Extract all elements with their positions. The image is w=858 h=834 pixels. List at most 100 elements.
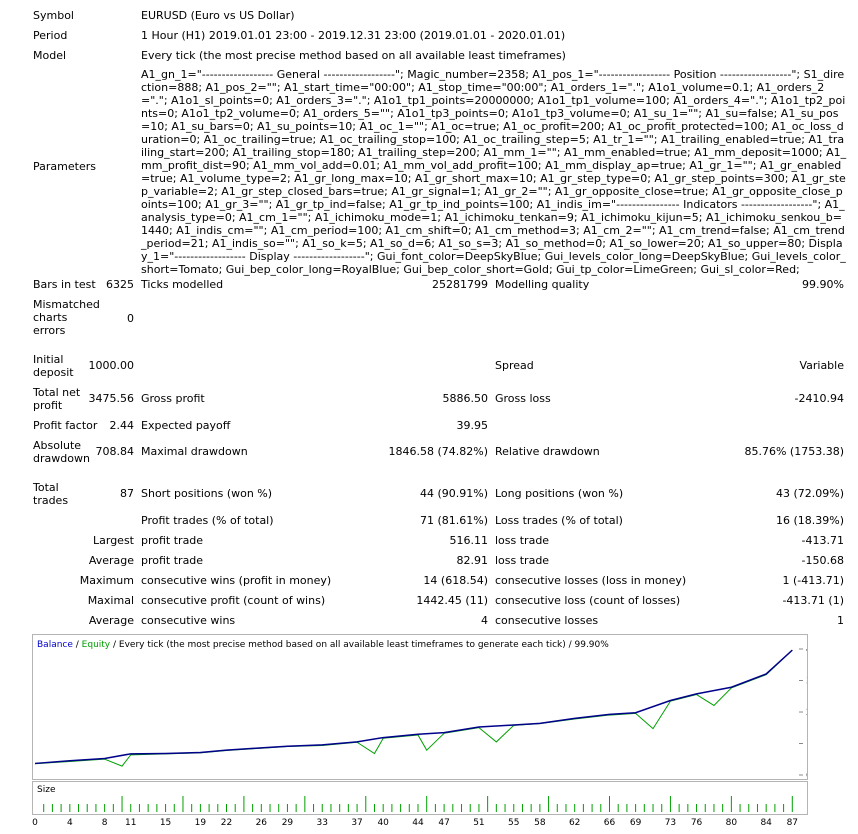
quality-value: 99.90% [802,278,844,291]
y-tick-label: 4454 [806,645,807,655]
model-value: Every tick (the most precise method base… [141,49,566,62]
bars-value: 6325 [106,278,134,291]
period-value: 1 Hour (H1) 2019.01.01 23:00 - 2019.12.3… [141,29,566,42]
pf-value: 2.44 [109,419,135,432]
avg-cons-wins-value: 4 [481,614,488,627]
x-tick-label: 51 [473,818,484,828]
x-tick-label: 8 [102,818,108,828]
short-value: 44 (90.91%) [419,487,488,500]
grossprofit-value: 5886.50 [442,392,489,405]
largest-loss-value: -413.71 [801,534,844,547]
balance-chart-panel: Balance / Equity / Every tick (the most … [32,634,829,781]
average2-label: Average [88,614,134,627]
ptrades-value: 71 (81.61%) [419,514,488,527]
mismatch-label: Mismatched charts errors [33,298,100,337]
largest-label: Largest [93,534,134,547]
pf-label: Profit factor [33,419,98,432]
spread-value: Variable [799,359,844,372]
payoff-label: Expected payoff [141,419,231,432]
trades-value: 87 [120,487,134,500]
mismatch-value: 0 [127,312,134,325]
long-label: Long positions (won %) [495,487,624,500]
x-tick-label: 26 [256,818,268,828]
equity-line [34,649,793,767]
parameters-value: A1_gn_1="------------------ General ----… [141,68,847,276]
x-tick-label: 37 [351,818,362,828]
average-profit-value: 82.91 [456,554,489,567]
maximum-label: Maximum [79,574,134,587]
max-cons-loss-label: consecutive loss (count of losses) [495,594,681,607]
symbol-label: Symbol [33,9,74,22]
size-chart: Size [37,785,793,812]
max-cons-profit-value: 1442.45 (11) [416,594,488,607]
svg-text:Balance / Equity / Every tick: Balance / Equity / Every tick (the most … [37,640,609,650]
x-tick-label: 44 [412,818,424,828]
legend-sep: / [73,640,82,650]
x-tick-label: 4 [67,818,73,828]
largest-profit-label: profit trade [141,534,204,547]
x-tick-label: 33 [317,818,328,828]
x-tick-label: 84 [760,818,772,828]
y-tick-label: 3503 [806,677,807,687]
max-cons-losses-label: consecutive losses (loss in money) [495,574,687,587]
grossloss-value: -2410.94 [794,392,844,405]
x-tick-label: 22 [221,818,232,828]
deposit-label: Initial deposit [33,353,74,379]
x-tick-label: 19 [195,818,207,828]
balance-line [34,649,793,765]
avg-cons-losses-label: consecutive losses [495,614,599,627]
reldd-value: 85.76% (1753.38) [744,445,844,458]
x-tick-label: 40 [377,818,389,828]
trades-label: Total trades [33,481,69,507]
largest-loss-label: loss trade [495,534,550,547]
avg-cons-wins-label: consecutive wins [141,614,236,627]
maxdd-value: 1846.58 (74.82%) [388,445,488,458]
x-tick-label: 47 [438,818,449,828]
spread-label: Spread [495,359,534,372]
max-cons-profit-label: consecutive profit (count of wins) [141,594,326,607]
x-tick-label: 69 [630,818,642,828]
ticks-label: Ticks modelled [141,278,224,291]
ptrades-label: Profit trades (% of total) [141,514,274,527]
absdd-value: 708.84 [95,445,135,458]
max-cons-wins-value: 14 (618.54) [423,574,488,587]
x-tick-label: 87 [787,818,798,828]
y-tick-label: 1602 [806,739,807,749]
model-label: Model [33,49,67,62]
period-label: Period [33,29,68,42]
deposit-value: 1000.00 [88,359,135,372]
x-tick-label: 80 [726,818,738,828]
grossprofit-label: Gross profit [141,392,205,405]
x-tick-label: 66 [604,818,616,828]
maximal-label: Maximal [87,594,134,607]
balance-chart: Balance / Equity / Every tick (the most … [34,640,829,781]
x-axis: 0 4 8 11 15 19 22 26 29 33 37 40 44 47 51 55 58 62 66 69 73 7… [32,818,798,828]
size-label: Size [37,785,56,795]
ltrades-value: 16 (18.39%) [775,514,844,527]
x-tick-label: 0 [32,818,38,828]
average-loss-label: loss trade [495,554,550,567]
max-cons-loss-value: -413.71 (1) [782,594,844,607]
x-tick-label: 73 [665,818,676,828]
x-tick-label: 76 [691,818,703,828]
y-tick-label: 2552 [806,708,807,718]
parameters-label: Parameters [33,160,96,173]
x-tick-label: 29 [282,818,294,828]
legend-balance: Balance [37,640,73,650]
x-tick-label: 15 [160,818,171,828]
x-tick-label: 55 [508,818,519,828]
legend-equity: Equity [82,640,111,650]
average-loss-value: -150.68 [801,554,844,567]
short-label: Short positions (won %) [141,487,273,500]
netprofit-value: 3475.56 [88,392,135,405]
symbol-value: EURUSD (Euro vs US Dollar) [141,9,295,22]
ltrades-label: Loss trades (% of total) [495,514,623,527]
long-value: 43 (72.09%) [775,487,844,500]
grossloss-label: Gross loss [495,392,551,405]
bars-label: Bars in test [33,278,96,291]
chart-caption: / Every tick (the most precise method ba… [110,640,609,650]
largest-profit-value: 516.11 [449,534,489,547]
x-tick-label: 11 [125,818,136,828]
y-tick-label: 651 [806,771,807,779]
payoff-value: 39.95 [456,419,489,432]
